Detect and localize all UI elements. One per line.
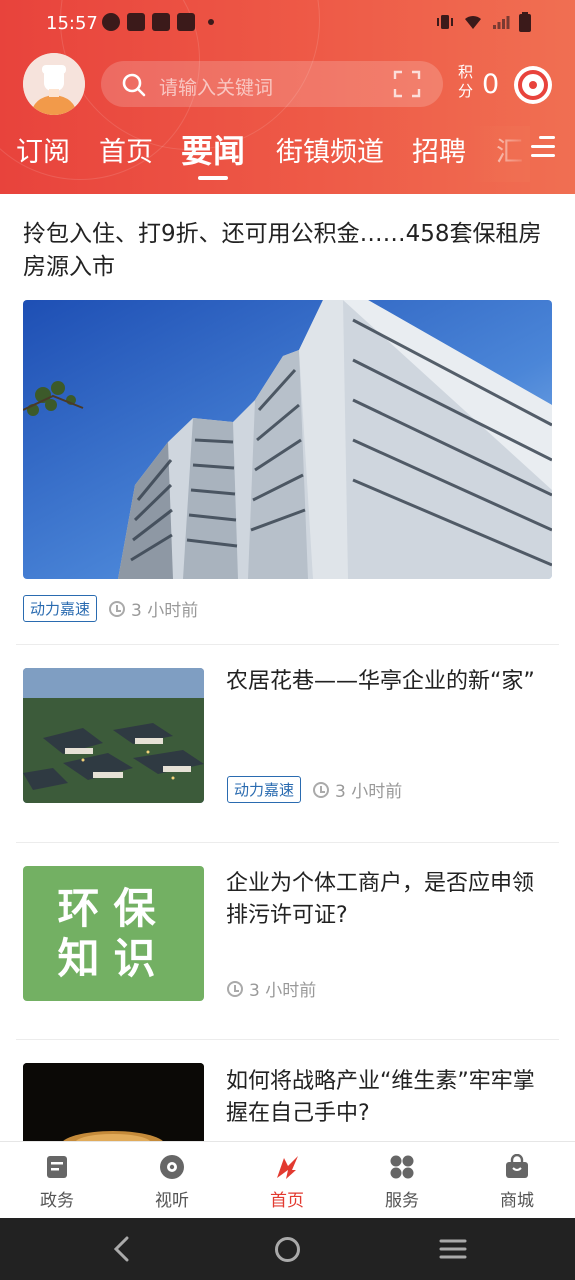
- source-tag[interactable]: 动力嘉速: [227, 776, 302, 803]
- status-bar: 15:57: [0, 0, 575, 46]
- audio-disc-button[interactable]: [514, 66, 552, 104]
- clock-icon: [313, 781, 330, 798]
- nav-media[interactable]: 视听: [132, 1154, 212, 1211]
- tab-fade: [470, 126, 530, 182]
- grid-icon: [390, 1155, 414, 1179]
- divider: [16, 1039, 559, 1040]
- back-icon[interactable]: [110, 1236, 134, 1262]
- publish-time: 3 小时前: [335, 782, 403, 802]
- featured-image[interactable]: [23, 300, 552, 579]
- news-meta: 3 小时前: [227, 976, 316, 1001]
- village-aerial-photo: [23, 668, 204, 803]
- news-title[interactable]: 农居花巷——华亭企业的新“家”: [226, 666, 552, 698]
- points-value: 0: [482, 69, 500, 100]
- more-notifications-icon: [208, 19, 214, 25]
- news-thumbnail[interactable]: [23, 668, 204, 803]
- news-meta: 动力嘉速 3 小时前: [227, 776, 402, 803]
- channel-menu-button[interactable]: [531, 134, 557, 160]
- tab-jobs[interactable]: 招聘: [412, 130, 466, 169]
- points-display[interactable]: 积分 0: [458, 63, 499, 101]
- apartment-building-photo: [23, 300, 552, 579]
- divider: [16, 644, 559, 645]
- divider: [16, 842, 559, 843]
- shopping-bag-icon: [506, 1154, 528, 1178]
- avatar-icon: [23, 53, 85, 115]
- shopping-notification-icon: [177, 13, 195, 31]
- disc-icon: [160, 1155, 184, 1179]
- nav-services[interactable]: 服务: [362, 1154, 442, 1211]
- shopping-notification-icon: [127, 13, 145, 31]
- nav-label: 首页: [270, 1191, 304, 1211]
- tab-news[interactable]: 要闻: [181, 126, 245, 172]
- vibrate-icon: [437, 15, 453, 29]
- nav-government[interactable]: 政务: [17, 1154, 97, 1211]
- search-placeholder: 请输入关键词: [159, 77, 274, 99]
- source-tag[interactable]: 动力嘉速: [23, 595, 98, 622]
- publish-time: 3 小时前: [131, 601, 199, 621]
- user-avatar[interactable]: [23, 53, 85, 115]
- active-tab-indicator: [198, 176, 228, 180]
- status-time: 15:57: [46, 13, 98, 34]
- search-icon: [122, 73, 146, 97]
- home-button-icon[interactable]: [274, 1236, 301, 1263]
- featured-meta: 动力嘉速 3 小时前: [23, 595, 198, 622]
- battery-icon: [519, 12, 531, 32]
- bottom-navigation: 政务 视听 首页 服务 商城: [0, 1141, 575, 1218]
- shopping-notification-icon: [152, 13, 170, 31]
- app-header: 15:57 请输入关键词 积分 0 订阅 首页 要闻 街镇频道 招聘: [0, 0, 575, 194]
- scan-icon[interactable]: [393, 70, 421, 98]
- nav-label: 服务: [385, 1191, 419, 1211]
- news-thumbnail[interactable]: 环保知识: [23, 866, 204, 1001]
- nav-label: 政务: [40, 1191, 74, 1211]
- tab-subscribe[interactable]: 订阅: [16, 130, 70, 169]
- recents-icon[interactable]: [439, 1238, 467, 1260]
- news-title[interactable]: 企业为个体工商户，是否应申领排污许可证?: [226, 868, 552, 932]
- clock-icon: [109, 600, 126, 617]
- news-title[interactable]: 如何将战略产业“维生素”牢牢掌握在自己手中?: [226, 1066, 552, 1130]
- clock-icon: [227, 980, 243, 997]
- nav-label: 视听: [155, 1191, 189, 1211]
- document-icon: [47, 1156, 67, 1178]
- home-logo-icon: [277, 1156, 298, 1179]
- publish-time: 3 小时前: [249, 981, 317, 1001]
- signal-icon: [493, 16, 510, 29]
- tab-home[interactable]: 首页: [99, 130, 153, 169]
- notification-icons: [102, 13, 214, 31]
- nav-label: 商城: [500, 1191, 534, 1211]
- nav-mall[interactable]: 商城: [477, 1154, 557, 1211]
- thumbnail-text: 环保知识: [57, 883, 170, 983]
- disc-icon: [518, 70, 548, 100]
- wifi-icon: [465, 15, 481, 29]
- tab-town-channel[interactable]: 街镇频道: [276, 130, 384, 169]
- system-navigation-bar: [0, 1218, 575, 1280]
- nav-home[interactable]: 首页: [247, 1154, 327, 1211]
- points-label: 积分: [458, 63, 474, 100]
- featured-title[interactable]: 拎包入住、打9折、还可用公积金……458套保租房房源入市: [23, 218, 558, 284]
- system-icons: [436, 12, 531, 32]
- search-bar[interactable]: 请输入关键词: [101, 61, 443, 107]
- app-notification-icon: [102, 13, 120, 31]
